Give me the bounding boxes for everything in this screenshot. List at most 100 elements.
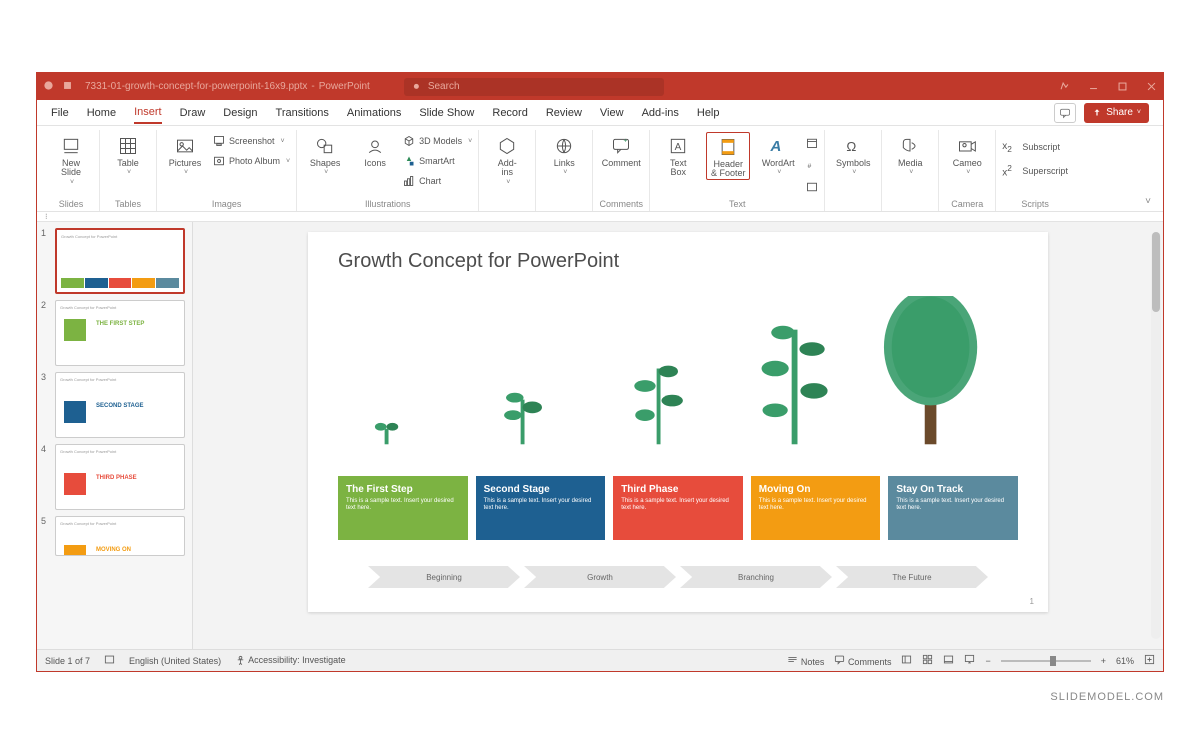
slideshow-view-icon[interactable] bbox=[964, 654, 975, 667]
notes-button[interactable]: Notes bbox=[787, 654, 824, 667]
group-camera: Cameo Camera bbox=[939, 130, 996, 211]
tab-file[interactable]: File bbox=[51, 103, 69, 123]
vertical-scrollbar[interactable] bbox=[1151, 232, 1161, 639]
tab-addins[interactable]: Add-ins bbox=[642, 103, 679, 123]
3d-models-button[interactable]: 3D Models bbox=[403, 132, 472, 150]
svg-text:A: A bbox=[770, 138, 782, 155]
stage-box[interactable]: Second StageThis is a sample text. Inser… bbox=[476, 476, 606, 540]
group-illustrations: Shapes Icons 3D Models SmartArt Chart Il… bbox=[297, 130, 479, 211]
tab-view[interactable]: View bbox=[600, 103, 624, 123]
svg-text:#: # bbox=[808, 163, 812, 170]
svg-text:+: + bbox=[624, 138, 628, 145]
app-name: PowerPoint bbox=[319, 81, 370, 92]
watermark: SLIDEMODEL.COM bbox=[1050, 691, 1164, 703]
cameo-button[interactable]: Cameo bbox=[945, 132, 989, 176]
smartart-button[interactable]: SmartArt bbox=[403, 152, 472, 170]
ribbon-display-icon[interactable] bbox=[1059, 81, 1070, 92]
tab-insert[interactable]: Insert bbox=[134, 102, 162, 124]
thumbnail-1[interactable]: Growth Concept for PowerPoint bbox=[55, 228, 185, 294]
date-time-button[interactable] bbox=[806, 134, 818, 152]
save-icon[interactable] bbox=[62, 80, 73, 94]
slide-number-button[interactable]: # bbox=[806, 156, 818, 174]
tab-design[interactable]: Design bbox=[223, 103, 257, 123]
addins-button[interactable]: Add-ins bbox=[485, 132, 529, 186]
slide-title: Growth Concept for PowerPoint bbox=[338, 250, 1018, 273]
process-arrow: Growth bbox=[524, 566, 676, 588]
group-symbols: Ω Symbols bbox=[825, 130, 882, 211]
table-button[interactable]: Table bbox=[106, 132, 150, 176]
stage-box[interactable]: Stay On TrackThis is a sample text. Inse… bbox=[888, 476, 1018, 540]
process-arrow: Beginning bbox=[368, 566, 520, 588]
spellcheck-icon[interactable] bbox=[104, 654, 115, 667]
tab-transitions[interactable]: Transitions bbox=[276, 103, 329, 123]
stage-box[interactable]: Moving OnThis is a sample text. Insert y… bbox=[751, 476, 881, 540]
normal-view-icon[interactable] bbox=[901, 654, 912, 667]
svg-text:Ω: Ω bbox=[847, 139, 857, 154]
group-slides: NewSlide Slides bbox=[43, 130, 100, 211]
group-addins: Add-ins bbox=[479, 130, 536, 211]
links-button[interactable]: Links bbox=[542, 132, 586, 176]
maximize-icon[interactable] bbox=[1117, 81, 1128, 92]
shapes-button[interactable]: Shapes bbox=[303, 132, 347, 176]
thumbnail-5[interactable]: Growth Concept for PowerPoint MOVING ON bbox=[55, 516, 185, 556]
powerpoint-window: 7331-01-growth-concept-for-powerpoint-16… bbox=[36, 72, 1164, 672]
tab-record[interactable]: Record bbox=[492, 103, 527, 123]
share-button[interactable]: Share˅ bbox=[1084, 103, 1149, 123]
subscript-button[interactable]: x2 Subscript bbox=[1002, 138, 1068, 156]
media-button[interactable]: Media bbox=[888, 132, 932, 176]
icons-button[interactable]: Icons bbox=[353, 132, 397, 168]
chart-button[interactable]: Chart bbox=[403, 172, 472, 190]
pictures-button[interactable]: Pictures bbox=[163, 132, 207, 176]
object-button[interactable] bbox=[806, 178, 818, 196]
thumbnail-4[interactable]: Growth Concept for PowerPoint THIRD PHAS… bbox=[55, 444, 185, 510]
quick-access-toolbar bbox=[43, 80, 73, 94]
tab-help[interactable]: Help bbox=[697, 103, 720, 123]
new-slide-button[interactable]: NewSlide bbox=[49, 132, 93, 186]
group-images: Pictures Screenshot Photo Album Images bbox=[157, 130, 297, 211]
tab-animations[interactable]: Animations bbox=[347, 103, 401, 123]
title-bar: 7331-01-growth-concept-for-powerpoint-16… bbox=[37, 73, 1163, 100]
superscript-button[interactable]: x2 Superscript bbox=[1002, 162, 1068, 180]
stage-box[interactable]: Third PhaseThis is a sample text. Insert… bbox=[613, 476, 743, 540]
slide-content[interactable]: Growth Concept for PowerPoint The First … bbox=[308, 232, 1048, 612]
tab-review[interactable]: Review bbox=[546, 103, 582, 123]
symbols-button[interactable]: Ω Symbols bbox=[831, 132, 875, 176]
autosave-icon[interactable] bbox=[43, 80, 54, 94]
wordart-button[interactable]: A WordArt bbox=[756, 132, 800, 176]
stage-box[interactable]: The First StepThis is a sample text. Ins… bbox=[338, 476, 468, 540]
comment-button[interactable]: + Comment bbox=[599, 132, 643, 168]
fit-to-window-icon[interactable] bbox=[1144, 654, 1155, 667]
tab-draw[interactable]: Draw bbox=[180, 103, 206, 123]
slide-counter[interactable]: Slide 1 of 7 bbox=[45, 656, 90, 666]
comments-button[interactable] bbox=[1054, 103, 1076, 123]
window-controls bbox=[1059, 81, 1157, 92]
search-box[interactable]: Search bbox=[404, 78, 664, 96]
ribbon: NewSlide Slides Table Tables Pictures bbox=[37, 126, 1163, 212]
language-label[interactable]: English (United States) bbox=[129, 656, 221, 666]
filename: 7331-01-growth-concept-for-powerpoint-16… bbox=[85, 81, 307, 92]
close-icon[interactable] bbox=[1146, 81, 1157, 92]
thumbnail-3[interactable]: Growth Concept for PowerPoint SECOND STA… bbox=[55, 372, 185, 438]
comments-toggle[interactable]: Comments bbox=[834, 654, 891, 667]
zoom-out-icon[interactable]: − bbox=[985, 656, 990, 666]
slide-canvas[interactable]: Growth Concept for PowerPoint The First … bbox=[193, 222, 1163, 649]
group-links: Links bbox=[536, 130, 593, 211]
tab-slideshow[interactable]: Slide Show bbox=[419, 103, 474, 123]
zoom-percent[interactable]: 61% bbox=[1116, 656, 1134, 666]
plants-illustration bbox=[338, 296, 1018, 476]
zoom-slider[interactable] bbox=[1001, 660, 1091, 662]
thumbnail-2[interactable]: Growth Concept for PowerPoint THE FIRST … bbox=[55, 300, 185, 366]
zoom-in-icon[interactable]: + bbox=[1101, 656, 1106, 666]
stage-boxes: The First StepThis is a sample text. Ins… bbox=[338, 476, 1018, 540]
screenshot-button[interactable]: Screenshot bbox=[213, 132, 290, 150]
tab-home[interactable]: Home bbox=[87, 103, 116, 123]
sorter-view-icon[interactable] bbox=[922, 654, 933, 667]
minimize-icon[interactable] bbox=[1088, 81, 1099, 92]
header-footer-button[interactable]: Header& Footer bbox=[706, 132, 750, 180]
accessibility-label[interactable]: Accessibility: Investigate bbox=[235, 655, 346, 666]
photo-album-button[interactable]: Photo Album bbox=[213, 152, 290, 170]
textbox-button[interactable]: A TextBox bbox=[656, 132, 700, 178]
ribbon-handle[interactable]: ⁝ bbox=[37, 212, 1163, 222]
reading-view-icon[interactable] bbox=[943, 654, 954, 667]
collapse-ribbon-icon[interactable]: ˅ bbox=[1139, 192, 1157, 211]
